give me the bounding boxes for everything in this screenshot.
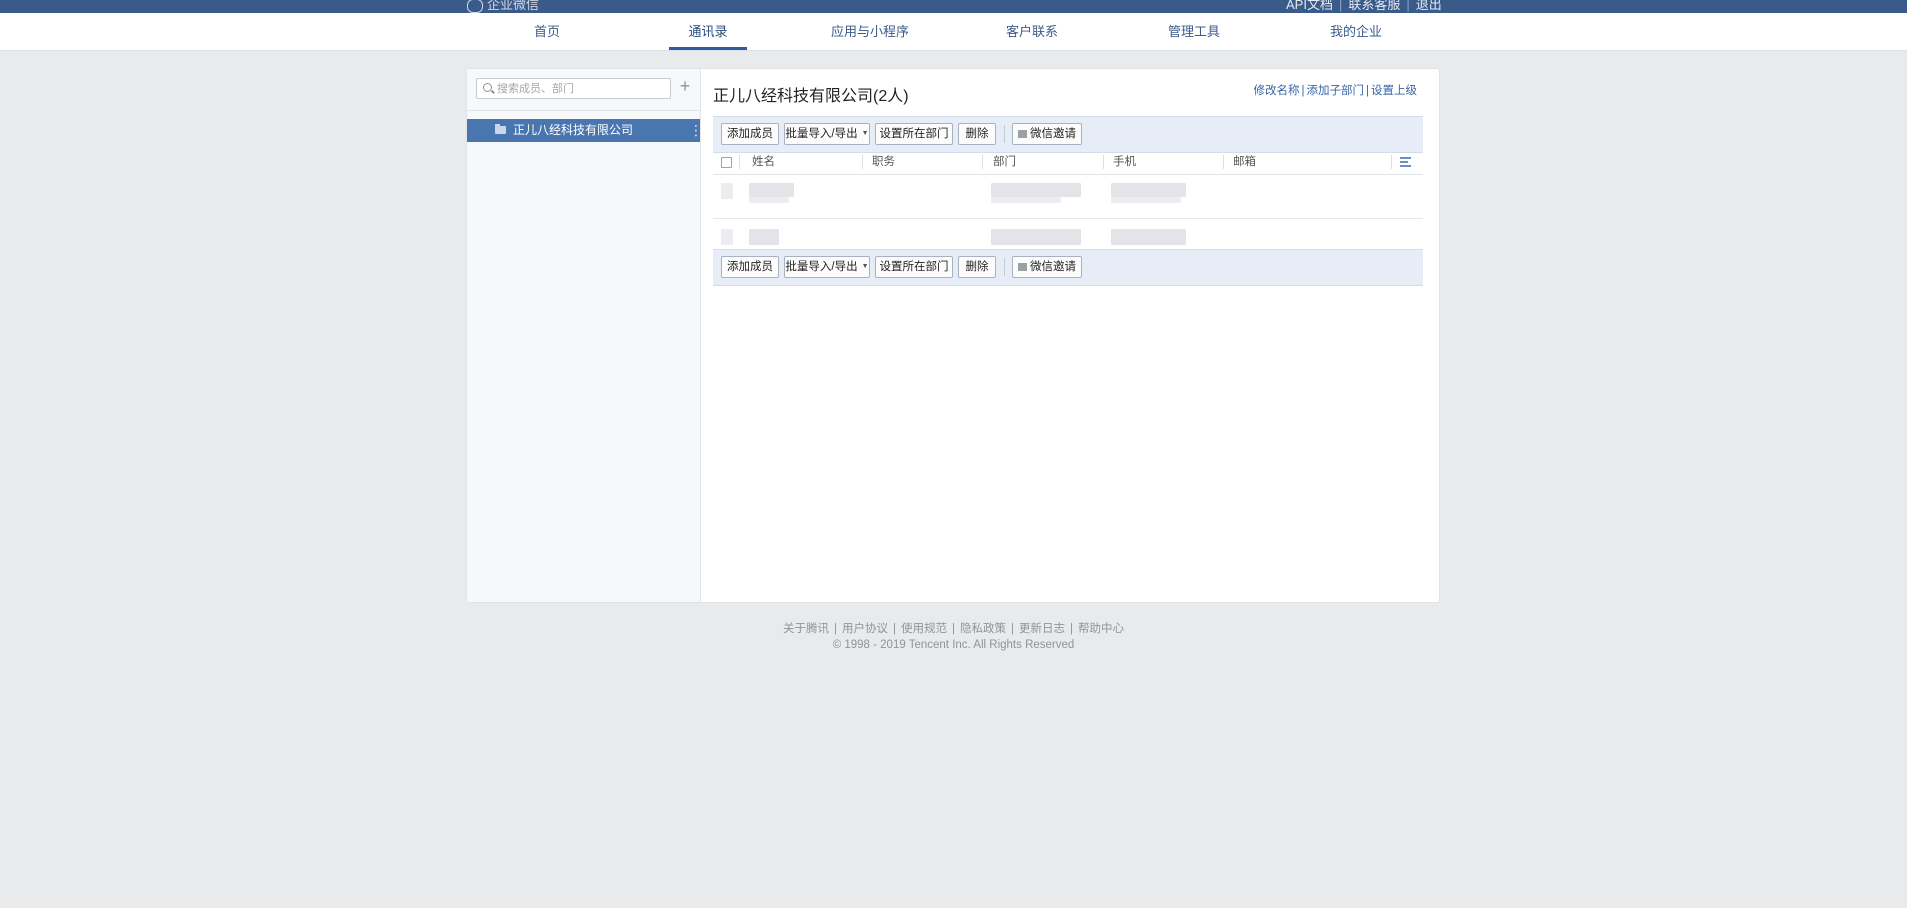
footer: 关于腾讯 | 用户协议 | 使用规范 | 隐私政策 | 更新日志 | 帮助中心 © 1998 - 2… <box>0 620 1907 651</box>
department-item-root[interactable]: 正儿八经科技有限公司 ⋮ <box>467 119 703 142</box>
row-checkbox-blurred[interactable] <box>721 183 733 199</box>
contact-support-link[interactable]: 联系客服 <box>1348 0 1400 12</box>
page-title: 正儿八经科技有限公司(2人) <box>713 88 909 105</box>
tab-home[interactable]: 首页 <box>526 13 568 50</box>
search-input[interactable] <box>497 81 667 96</box>
top-bar: 企业微信 API文档 | 联系客服 | 退出 <box>0 0 1907 13</box>
wechat-invite-button[interactable]: 微信邀请 <box>1012 256 1082 278</box>
footer-link-changelog[interactable]: 更新日志 <box>1019 623 1065 635</box>
qrcode-icon <box>1018 262 1027 271</box>
chevron-down-icon: ▼ <box>861 263 869 270</box>
search-box[interactable] <box>476 78 671 99</box>
copyright: © 1998 - 2019 Tencent Inc. All Rights Re… <box>832 639 1075 651</box>
import-export-button[interactable]: 批量导入/导出 ▼ <box>784 256 870 278</box>
footer-link-usage-rules[interactable]: 使用规范 <box>901 623 947 635</box>
table-header: 姓名 职务 部门 手机 邮箱 <box>713 151 1423 175</box>
add-subdepartment-link[interactable]: 添加子部门 <box>1307 85 1365 97</box>
wechat-invite-button[interactable]: 微信邀请 <box>1012 123 1082 145</box>
top-links: API文档 | 联系客服 | 退出 <box>1286 0 1442 13</box>
member-list-area: 正儿八经科技有限公司(2人) 修改名称 | 添加子部门 | 设置上级 添加成员 批量导入… <box>713 69 1425 602</box>
delete-button[interactable]: 删除 <box>958 123 996 145</box>
toolbar-divider <box>1004 125 1005 143</box>
footer-link-help[interactable]: 帮助中心 <box>1078 623 1124 635</box>
tab-management-tools[interactable]: 管理工具 <box>1164 13 1224 50</box>
tab-my-enterprise[interactable]: 我的企业 <box>1326 13 1386 50</box>
chevron-down-icon: ▼ <box>861 130 869 137</box>
divider <box>467 110 700 111</box>
set-parent-link[interactable]: 设置上级 <box>1371 85 1417 97</box>
tab-customer-contact[interactable]: 客户联系 <box>1002 13 1062 50</box>
rename-link[interactable]: 修改名称 <box>1254 85 1300 97</box>
department-label: 正儿八经科技有限公司 <box>513 123 634 137</box>
brand-name: 企业微信 <box>487 0 540 12</box>
department-actions: 修改名称 | 添加子部门 | 设置上级 <box>1253 85 1418 97</box>
add-member-button[interactable]: 添加成员 <box>721 256 779 278</box>
search-icon <box>483 83 492 92</box>
toolbar-top: 添加成员 批量导入/导出 ▼ 设置所在部门 删除 微信邀请 <box>713 116 1423 153</box>
import-export-button[interactable]: 批量导入/导出 ▼ <box>784 123 870 145</box>
logout-link[interactable]: 退出 <box>1416 0 1442 12</box>
qrcode-icon <box>1018 129 1027 138</box>
add-member-button[interactable]: 添加成员 <box>721 123 779 145</box>
footer-link-privacy[interactable]: 隐私政策 <box>960 623 1006 635</box>
column-title: 职务 <box>872 156 895 168</box>
footer-links: 关于腾讯 | 用户协议 | 使用规范 | 隐私政策 | 更新日志 | 帮助中心 <box>783 623 1124 635</box>
member-department-blurred <box>991 229 1081 245</box>
wecom-logo-icon <box>467 0 483 13</box>
row-checkbox-blurred[interactable] <box>721 229 733 245</box>
toolbar-bottom: 添加成员 批量导入/导出 ▼ 设置所在部门 删除 微信邀请 <box>713 249 1423 286</box>
member-name-blurred <box>749 183 794 197</box>
more-options-icon[interactable]: ⋮ <box>689 119 703 142</box>
set-department-button[interactable]: 设置所在部门 <box>875 123 953 145</box>
tab-contacts[interactable]: 通讯录 <box>669 13 747 50</box>
tab-apps[interactable]: 应用与小程序 <box>829 13 911 50</box>
column-email: 邮箱 <box>1233 156 1256 168</box>
member-phone-blurred <box>1111 183 1186 197</box>
folder-icon <box>495 124 506 134</box>
member-name-blurred <box>749 229 779 245</box>
contacts-panel: + 正儿八经科技有限公司 ⋮ 正儿八经科技有限公司(2人) 修改名称|添加子部门… <box>466 68 1440 603</box>
toolbar-divider <box>1004 258 1005 276</box>
department-sidebar: + 正儿八经科技有限公司 ⋮ <box>467 69 703 602</box>
member-department-blurred <box>991 183 1081 197</box>
add-department-button[interactable]: + <box>677 76 693 96</box>
table-row[interactable] <box>713 175 1423 219</box>
footer-link-user-agreement[interactable]: 用户协议 <box>842 623 888 635</box>
set-department-button[interactable]: 设置所在部门 <box>875 256 953 278</box>
main-nav: 首页 通讯录 应用与小程序 客户联系 管理工具 我的企业 <box>0 13 1907 51</box>
column-phone: 手机 <box>1113 156 1136 168</box>
footer-link-about[interactable]: 关于腾讯 <box>783 623 829 635</box>
brand-logo[interactable]: 企业微信 <box>467 0 539 13</box>
delete-button[interactable]: 删除 <box>958 256 996 278</box>
column-settings-icon[interactable] <box>1400 157 1411 167</box>
select-all-checkbox[interactable] <box>721 157 732 168</box>
member-phone-blurred <box>1111 229 1186 245</box>
column-name: 姓名 <box>752 156 775 168</box>
column-department: 部门 <box>993 156 1016 168</box>
api-docs-link[interactable]: API文档 <box>1286 0 1333 12</box>
